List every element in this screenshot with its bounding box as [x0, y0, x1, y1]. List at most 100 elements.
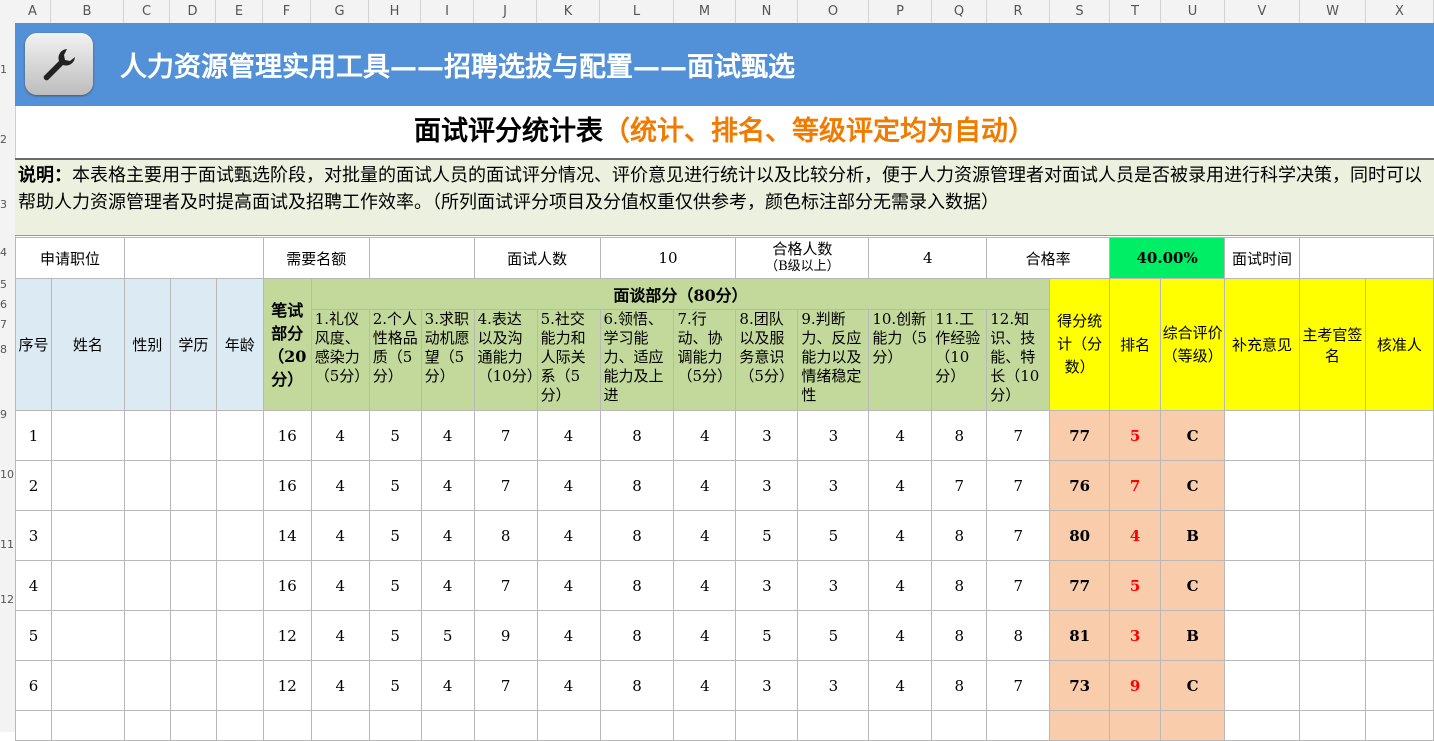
- cell-score-10[interactable]: 4: [868, 610, 933, 661]
- cell-score-10[interactable]: 4: [868, 560, 933, 611]
- cell-score-4[interactable]: 7: [473, 560, 538, 611]
- cell-score-10[interactable]: 4: [868, 410, 933, 461]
- cell-score-11[interactable]: 8: [931, 610, 988, 661]
- cell-empty[interactable]: [735, 710, 799, 741]
- cell-score-6[interactable]: 8: [599, 510, 675, 561]
- cell-empty[interactable]: [1160, 710, 1226, 741]
- cell-score-5[interactable]: 4: [536, 460, 601, 511]
- cell-score-2[interactable]: 5: [368, 460, 422, 511]
- cell-score-1[interactable]: 4: [310, 460, 370, 511]
- cell-seq[interactable]: 4: [15, 560, 52, 611]
- cell-empty[interactable]: [868, 710, 933, 741]
- cell-age[interactable]: [215, 410, 264, 461]
- cell-written[interactable]: 14: [262, 510, 312, 561]
- cell-score-11[interactable]: 8: [931, 510, 988, 561]
- cell-edu[interactable]: [169, 510, 217, 561]
- row-header-4[interactable]: 4: [0, 246, 15, 259]
- cell-score-1[interactable]: 4: [310, 410, 370, 461]
- cell-score-12[interactable]: 7: [986, 460, 1051, 511]
- cell-name[interactable]: [50, 410, 125, 461]
- cell-score-4[interactable]: 9: [473, 610, 538, 661]
- column-header-A[interactable]: A: [15, 0, 51, 23]
- column-header-D[interactable]: D: [170, 0, 216, 23]
- cell-name[interactable]: [50, 560, 125, 611]
- row-header-10[interactable]: 10: [0, 468, 15, 481]
- cell-empty[interactable]: [673, 710, 737, 741]
- cell-age[interactable]: [215, 560, 264, 611]
- cell-empty[interactable]: [15, 710, 52, 741]
- cell-score-9[interactable]: 3: [797, 660, 870, 711]
- cell-score-9[interactable]: 3: [797, 560, 870, 611]
- column-header-O[interactable]: O: [798, 0, 869, 23]
- cell-score-1[interactable]: 4: [310, 510, 370, 561]
- cell-score-1[interactable]: 4: [310, 560, 370, 611]
- quota-input[interactable]: [368, 237, 475, 279]
- column-header-H[interactable]: H: [369, 0, 421, 23]
- cell-score-11[interactable]: 8: [931, 560, 988, 611]
- cell-empty[interactable]: [169, 710, 217, 741]
- cell-examiner[interactable]: [1298, 460, 1366, 511]
- cell-name[interactable]: [50, 660, 125, 711]
- cell-score-12[interactable]: 7: [986, 560, 1051, 611]
- row-header-6[interactable]: 6: [0, 298, 15, 311]
- cell-score-6[interactable]: 8: [599, 410, 675, 461]
- row-header-9[interactable]: 9: [0, 408, 15, 421]
- cell-written[interactable]: 16: [262, 410, 312, 461]
- cell-empty[interactable]: [123, 710, 171, 741]
- cell-approver[interactable]: [1364, 660, 1434, 711]
- cell-empty[interactable]: [931, 710, 988, 741]
- cell-score-1[interactable]: 4: [310, 610, 370, 661]
- cell-score-3[interactable]: 4: [420, 660, 475, 711]
- cell-score-3[interactable]: 5: [420, 610, 475, 661]
- cell-score-5[interactable]: 4: [536, 660, 601, 711]
- cell-empty[interactable]: [797, 710, 870, 741]
- row-header-2[interactable]: 2: [0, 133, 15, 146]
- cell-extra[interactable]: [1224, 660, 1300, 711]
- cell-score-12[interactable]: 8: [986, 610, 1051, 661]
- cell-score-2[interactable]: 5: [368, 560, 422, 611]
- row-header-7[interactable]: 7: [0, 318, 15, 331]
- cell-score-7[interactable]: 4: [673, 560, 737, 611]
- column-header-U[interactable]: U: [1161, 0, 1225, 23]
- cell-empty[interactable]: [262, 710, 312, 741]
- cell-score-6[interactable]: 8: [599, 460, 675, 511]
- cell-approver[interactable]: [1364, 510, 1434, 561]
- column-header-R[interactable]: R: [987, 0, 1050, 23]
- cell-score-9[interactable]: 3: [797, 460, 870, 511]
- cell-score-9[interactable]: 5: [797, 510, 870, 561]
- cell-empty[interactable]: [986, 710, 1051, 741]
- cell-score-3[interactable]: 4: [420, 510, 475, 561]
- cell-score-4[interactable]: 7: [473, 410, 538, 461]
- column-header-T[interactable]: T: [1110, 0, 1161, 23]
- cell-extra[interactable]: [1224, 410, 1300, 461]
- cell-seq[interactable]: 6: [15, 660, 52, 711]
- cell-empty[interactable]: [1049, 710, 1111, 741]
- count-value[interactable]: 10: [599, 237, 737, 279]
- cell-empty[interactable]: [215, 710, 264, 741]
- cell-approver[interactable]: [1364, 610, 1434, 661]
- cell-score-12[interactable]: 7: [986, 510, 1051, 561]
- cell-score-8[interactable]: 3: [735, 560, 799, 611]
- column-header-G[interactable]: G: [311, 0, 369, 23]
- cell-empty[interactable]: [473, 710, 538, 741]
- cell-score-2[interactable]: 5: [368, 410, 422, 461]
- row-header-12[interactable]: 12: [0, 593, 15, 606]
- column-header-F[interactable]: F: [263, 0, 311, 23]
- cell-score-5[interactable]: 4: [536, 560, 601, 611]
- cell-score-8[interactable]: 3: [735, 460, 799, 511]
- cell-examiner[interactable]: [1298, 510, 1366, 561]
- cell-age[interactable]: [215, 660, 264, 711]
- cell-gender[interactable]: [123, 410, 171, 461]
- cell-name[interactable]: [50, 510, 125, 561]
- pass-value[interactable]: 4: [868, 237, 988, 279]
- cell-empty[interactable]: [368, 710, 422, 741]
- cell-seq[interactable]: 5: [15, 610, 52, 661]
- cell-empty[interactable]: [420, 710, 475, 741]
- cell-seq[interactable]: 3: [15, 510, 52, 561]
- row-header-8[interactable]: 8: [0, 343, 15, 356]
- row-header-3[interactable]: 3: [0, 198, 15, 211]
- cell-examiner[interactable]: [1298, 410, 1366, 461]
- cell-score-6[interactable]: 8: [599, 610, 675, 661]
- cell-written[interactable]: 12: [262, 610, 312, 661]
- cell-score-1[interactable]: 4: [310, 660, 370, 711]
